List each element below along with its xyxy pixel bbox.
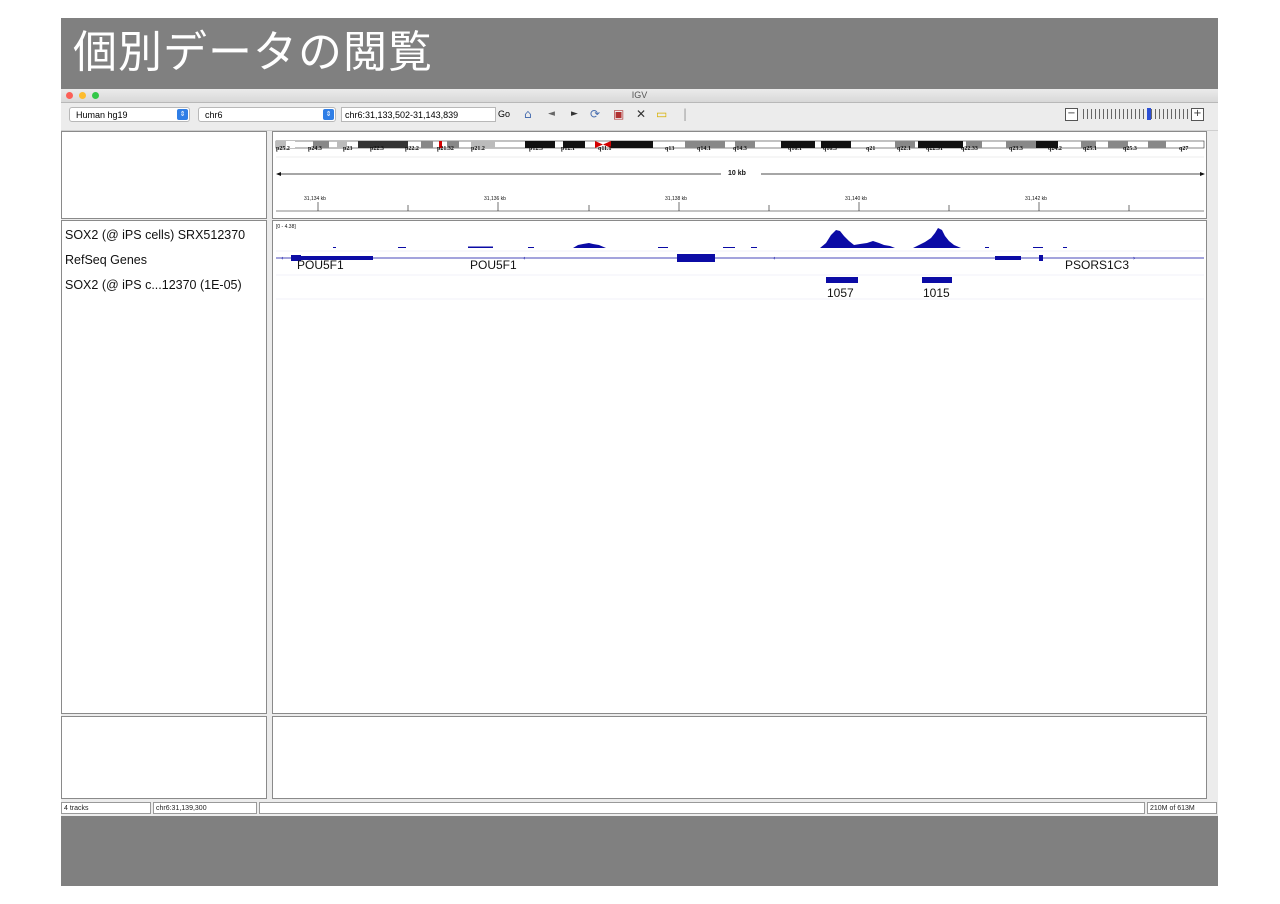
- band-label: p22.2: [405, 146, 419, 152]
- slide: 個別データの閲覧 IGV Human hg19 ⇕ chr6 ⇕ chr6:31…: [61, 18, 1218, 886]
- genome-select[interactable]: Human hg19 ⇕: [69, 107, 190, 122]
- svg-text:‹: ‹: [523, 255, 525, 262]
- ruler-tick-label: 31,138 kb: [665, 196, 687, 202]
- ruler-tick-label: 31,136 kb: [484, 196, 506, 202]
- band-label: p22.3: [370, 146, 384, 152]
- status-track-count: 4 tracks: [61, 802, 151, 814]
- track-name-sox2-signal[interactable]: SOX2 (@ iPS cells) SRX512370: [65, 228, 245, 242]
- gene-label[interactable]: POU5F1: [297, 258, 344, 272]
- status-bar: 4 tracks chr6:31,139,300 210M of 613M: [61, 800, 1218, 816]
- back-arrow-icon[interactable]: ◄: [548, 107, 555, 122]
- band-label: p25.2: [276, 146, 290, 152]
- track-data-panel[interactable]: ‹ ‹ ‹ ‹ › [0 - 4.38] POU5F1 POU5F1 PSORS…: [272, 220, 1207, 714]
- forward-arrow-icon[interactable]: ►: [571, 107, 578, 122]
- band-label: q11.1: [598, 146, 612, 152]
- track-name-sox2-peaks[interactable]: SOX2 (@ iPS c...12370 (1E-05): [65, 278, 242, 292]
- band-label: p21.2: [471, 146, 485, 152]
- band-label: p24.3: [308, 146, 322, 152]
- band-label: q23.3: [1009, 146, 1023, 152]
- band-label: p12.3: [529, 146, 543, 152]
- locus-input[interactable]: chr6:31,133,502-31,143,839: [341, 107, 496, 122]
- svg-text:›: ›: [1133, 255, 1135, 262]
- band-label: q25.1: [1083, 146, 1097, 152]
- toolbar-divider: |: [683, 107, 688, 121]
- band-label: q21: [866, 146, 876, 152]
- track-data-svg: ‹ ‹ ‹ ‹ ›: [276, 228, 1204, 300]
- band-label: p21.32: [437, 146, 454, 152]
- status-position: chr6:31,139,300: [153, 802, 257, 814]
- band-label: q22.33: [961, 146, 978, 152]
- slide-title: 個別データの閲覧: [73, 27, 433, 78]
- zoom-out-button[interactable]: −: [1065, 108, 1078, 121]
- band-label: q14.1: [697, 146, 711, 152]
- ruler-tick-label: 31,142 kb: [1025, 196, 1047, 202]
- band-label: q25.3: [1123, 146, 1137, 152]
- scale-label: 10 kb: [728, 170, 746, 177]
- zoom-in-button[interactable]: +: [1191, 108, 1204, 121]
- peak-label[interactable]: 1015: [923, 286, 950, 300]
- chromosome-select[interactable]: chr6 ⇕: [198, 107, 336, 122]
- sox2-peaks-track: [826, 277, 952, 283]
- go-button[interactable]: Go: [498, 107, 510, 122]
- resize-icon[interactable]: ✕: [636, 107, 646, 122]
- band-label: q16.1: [788, 146, 802, 152]
- gene-label[interactable]: POU5F1: [470, 258, 517, 272]
- ruler-tick-label: 31,140 kb: [845, 196, 867, 202]
- status-memory: 210M of 613M: [1147, 802, 1217, 814]
- band-label: q14.3: [733, 146, 747, 152]
- band-label: q13: [665, 146, 675, 152]
- sox2-signal-track: [333, 228, 1067, 248]
- igv-window: IGV Human hg19 ⇕ chr6 ⇕ chr6:31,133,502-…: [61, 89, 1218, 816]
- feature-data-panel[interactable]: [272, 716, 1207, 799]
- band-label: p23: [343, 146, 353, 152]
- svg-text:‹: ‹: [281, 255, 283, 262]
- band-label: q22.31: [926, 146, 943, 152]
- feature-name-panel: [61, 716, 267, 799]
- ruler-panel[interactable]: p25.2 p24.3 p23 p22.3 p22.2 p21.32 p21.2…: [272, 131, 1207, 219]
- chevron-updown-icon: ⇕: [177, 109, 188, 120]
- zoom-slider-thumb[interactable]: [1147, 108, 1151, 120]
- svg-text:‹: ‹: [773, 255, 775, 262]
- window-titlebar: IGV: [61, 89, 1218, 103]
- roi-icon[interactable]: ▣: [613, 107, 624, 122]
- gene-label[interactable]: PSORS1C3: [1065, 258, 1129, 272]
- band-label: q16.3: [823, 146, 837, 152]
- refresh-icon[interactable]: ⟳: [590, 107, 600, 122]
- popup-info-icon[interactable]: ▭: [656, 107, 667, 122]
- genome-select-value: Human hg19: [76, 110, 128, 120]
- ruler-tick-label: 31,134 kb: [304, 196, 326, 202]
- chevron-updown-icon: ⇕: [323, 109, 334, 120]
- home-icon[interactable]: ⌂: [524, 107, 532, 122]
- band-label: q22.1: [897, 146, 911, 152]
- header-name-panel: [61, 131, 267, 219]
- ruler-ticks: [317, 202, 1130, 211]
- peak-label[interactable]: 1057: [827, 286, 854, 300]
- data-range-label: [0 - 4.38]: [276, 224, 296, 230]
- track-name-panel: SOX2 (@ iPS cells) SRX512370 RefSeq Gene…: [61, 220, 267, 714]
- zoom-slider[interactable]: [1083, 109, 1189, 119]
- window-title: IGV: [631, 90, 648, 100]
- toolbar: Human hg19 ⇕ chr6 ⇕ chr6:31,133,502-31,1…: [61, 103, 1218, 131]
- band-label: p12.1: [561, 146, 575, 152]
- band-label: q24.2: [1048, 146, 1062, 152]
- track-name-refseq[interactable]: RefSeq Genes: [65, 253, 147, 267]
- chromosome-select-value: chr6: [205, 110, 223, 120]
- status-message: [259, 802, 1145, 814]
- band-label: q27: [1179, 146, 1189, 152]
